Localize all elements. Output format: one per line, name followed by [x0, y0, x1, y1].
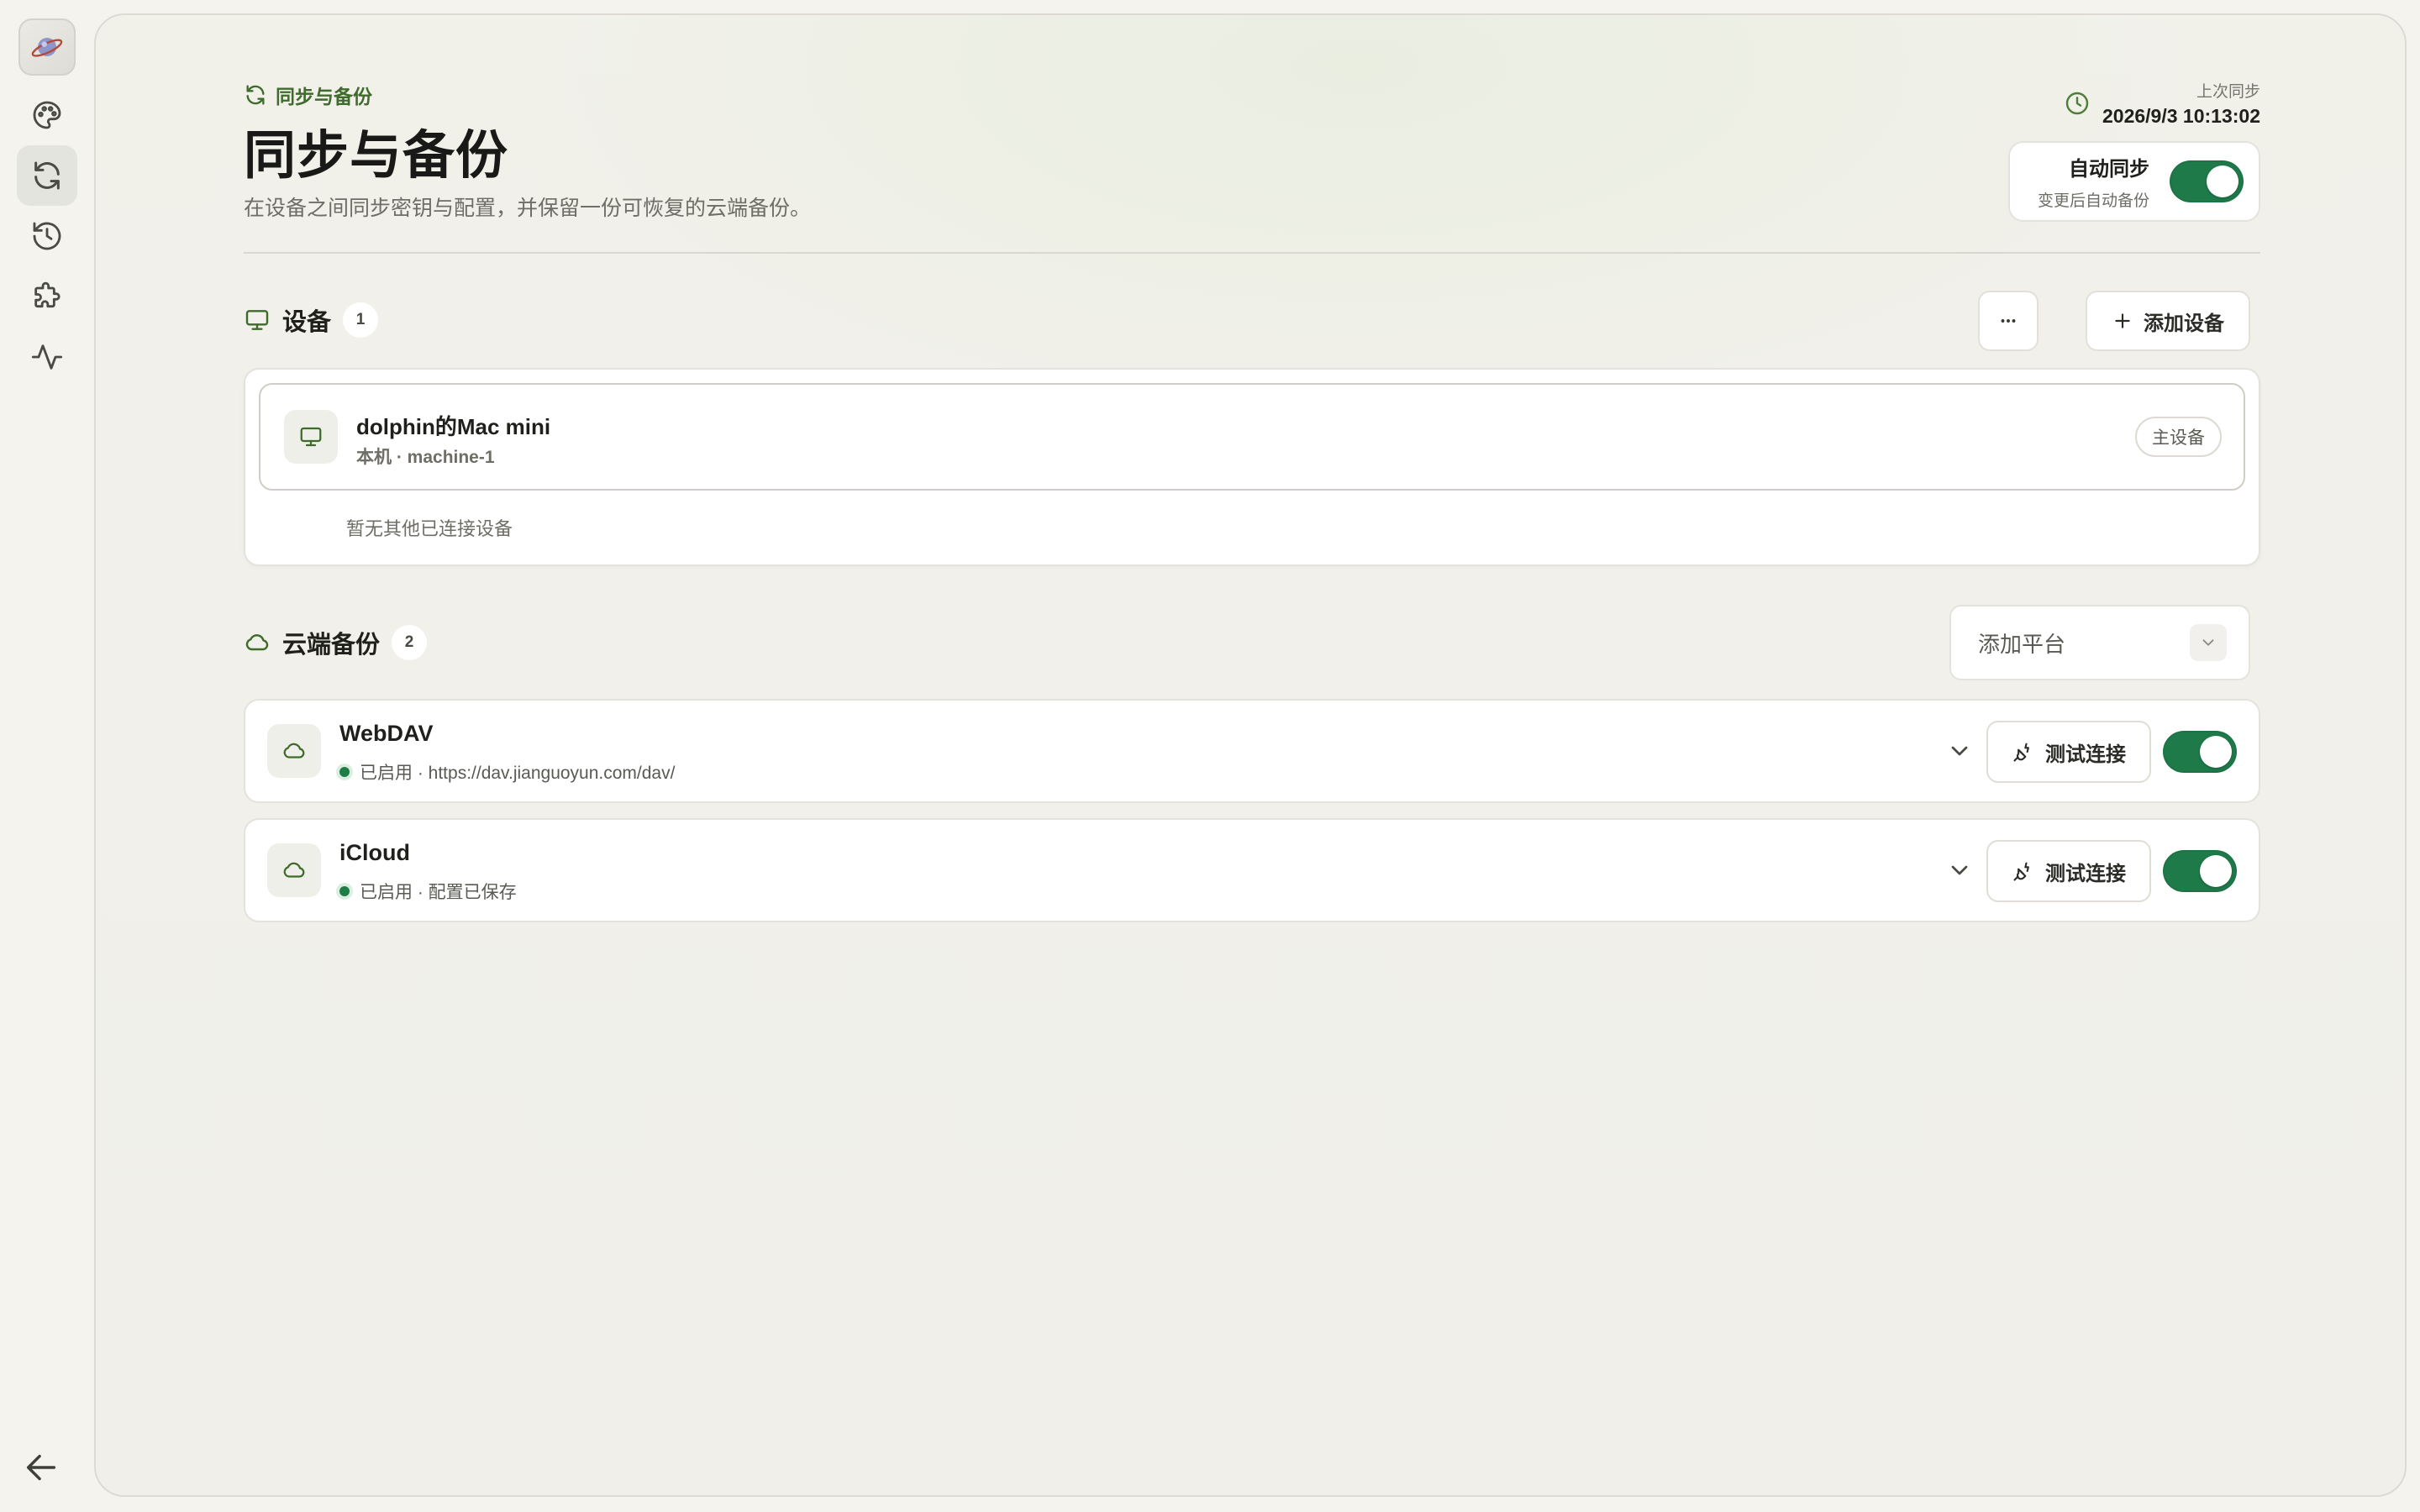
- platform-row-icloud[interactable]: iCloud 已启用 · 配置已保存 测试连接: [244, 818, 2260, 922]
- planet-logo-icon: [31, 38, 63, 57]
- add-platform-select[interactable]: 添加平台: [1949, 605, 2250, 680]
- plug-icon: [2013, 743, 2029, 762]
- cloud-header: 云端备份 2: [244, 625, 428, 660]
- auto-sync-toggle[interactable]: [2170, 160, 2244, 202]
- add-platform-value: 添加平台: [1978, 631, 2066, 657]
- last-sync-label: 上次同步: [2196, 83, 2260, 101]
- monitor-icon: [300, 427, 322, 447]
- sync-icon: [246, 85, 265, 105]
- device-row[interactable]: dolphin的Mac mini 本机 · machine-1 主设备: [259, 383, 2245, 491]
- page-subtitle: 在设备之间同步密钥与配置，并保留一份可恢复的云端备份。: [244, 197, 812, 220]
- palette-icon: [33, 101, 61, 129]
- platform-icon-box: [267, 724, 321, 778]
- platform-enable-toggle[interactable]: [2163, 850, 2237, 892]
- sidebar-item-activity[interactable]: [17, 327, 77, 387]
- chevron-down-icon: [2190, 624, 2227, 661]
- last-sync-text: 上次同步 2026/9/3 10:13:02: [2102, 79, 2260, 128]
- devices-title: 设备: [282, 309, 332, 336]
- status-dot: [339, 886, 350, 896]
- monitor-icon: [245, 310, 269, 330]
- auto-sync-subtitle: 变更后自动备份: [2037, 192, 2149, 210]
- back-button[interactable]: [22, 1448, 60, 1487]
- primary-device-badge: 主设备: [2135, 417, 2222, 457]
- sync-icon: [34, 161, 60, 190]
- plus-icon: [2115, 313, 2130, 328]
- devices-count-badge: 1: [343, 302, 379, 338]
- cloud-icon: [283, 862, 305, 878]
- cloud-title: 云端备份: [282, 632, 381, 659]
- test-connection-label: 测试连接: [2045, 862, 2126, 885]
- activity-icon: [31, 344, 63, 370]
- add-device-label: 添加设备: [2144, 312, 2224, 335]
- test-connection-button[interactable]: 测试连接: [1986, 840, 2151, 902]
- main-panel: 同步与备份 同步与备份 在设备之间同步密钥与配置，并保留一份可恢复的云端备份。 …: [94, 13, 2407, 1497]
- sidebar-item-history[interactable]: [17, 206, 77, 266]
- devices-card: dolphin的Mac mini 本机 · machine-1 主设备 暂无其他…: [244, 368, 2260, 566]
- platform-row-webdav[interactable]: WebDAV 已启用 · https://dav.jianguoyun.com/…: [244, 699, 2260, 803]
- device-name: dolphin的Mac mini: [356, 414, 551, 439]
- breadcrumb: 同步与备份: [244, 81, 372, 109]
- sidebar-item-appearance[interactable]: [17, 85, 77, 145]
- last-sync: 上次同步 2026/9/3 10:13:02: [2064, 79, 2260, 128]
- more-horizontal-icon: [2001, 319, 2016, 323]
- platform-status: 已启用 · 配置已保存: [339, 879, 517, 904]
- cloud-icon: [283, 743, 305, 759]
- no-other-devices-text: 暂无其他已连接设备: [346, 518, 513, 539]
- puzzle-icon: [34, 281, 60, 308]
- devices-more-button[interactable]: [1978, 291, 2039, 351]
- devices-header: 设备 1: [244, 302, 379, 338]
- sidebar-item-plugins[interactable]: [17, 266, 77, 327]
- device-icon-box: [284, 410, 338, 464]
- header-divider: [244, 252, 2260, 254]
- plug-icon: [2013, 862, 2029, 881]
- device-meta: 本机 · machine-1: [356, 448, 495, 467]
- sidebar: [0, 0, 94, 1512]
- status-dot: [339, 767, 350, 777]
- platform-name: WebDAV: [339, 721, 434, 746]
- auto-sync-card: 自动同步 变更后自动备份: [2008, 141, 2260, 222]
- platform-status: 已启用 · https://dav.jianguoyun.com/dav/: [339, 759, 675, 785]
- breadcrumb-label: 同步与备份: [276, 86, 372, 108]
- sidebar-item-sync[interactable]: [17, 145, 77, 206]
- platform-name: iCloud: [339, 840, 410, 865]
- platform-enable-toggle[interactable]: [2163, 731, 2237, 773]
- chevron-down-icon[interactable]: [1946, 857, 1973, 884]
- platform-status-text: 已启用 · https://dav.jianguoyun.com/dav/: [360, 764, 676, 783]
- clock-icon: [2065, 92, 2089, 115]
- test-connection-button[interactable]: 测试连接: [1986, 721, 2151, 783]
- arrow-left-icon: [26, 1454, 56, 1481]
- auto-sync-text: 自动同步 变更后自动备份: [2038, 152, 2149, 211]
- app-logo[interactable]: [18, 18, 76, 76]
- history-icon: [33, 222, 61, 250]
- cloud-count-badge: 2: [392, 625, 428, 660]
- add-device-button[interactable]: 添加设备: [2086, 291, 2250, 351]
- page-title: 同步与备份: [244, 127, 509, 185]
- platform-icon-box: [267, 843, 321, 897]
- last-sync-time: 2026/9/3 10:13:02: [2102, 105, 2260, 127]
- cloud-icon: [245, 634, 269, 651]
- auto-sync-title: 自动同步: [2069, 158, 2149, 181]
- platform-status-text: 已启用 · 配置已保存: [360, 883, 517, 902]
- chevron-down-icon[interactable]: [1946, 738, 1973, 764]
- test-connection-label: 测试连接: [2045, 743, 2126, 766]
